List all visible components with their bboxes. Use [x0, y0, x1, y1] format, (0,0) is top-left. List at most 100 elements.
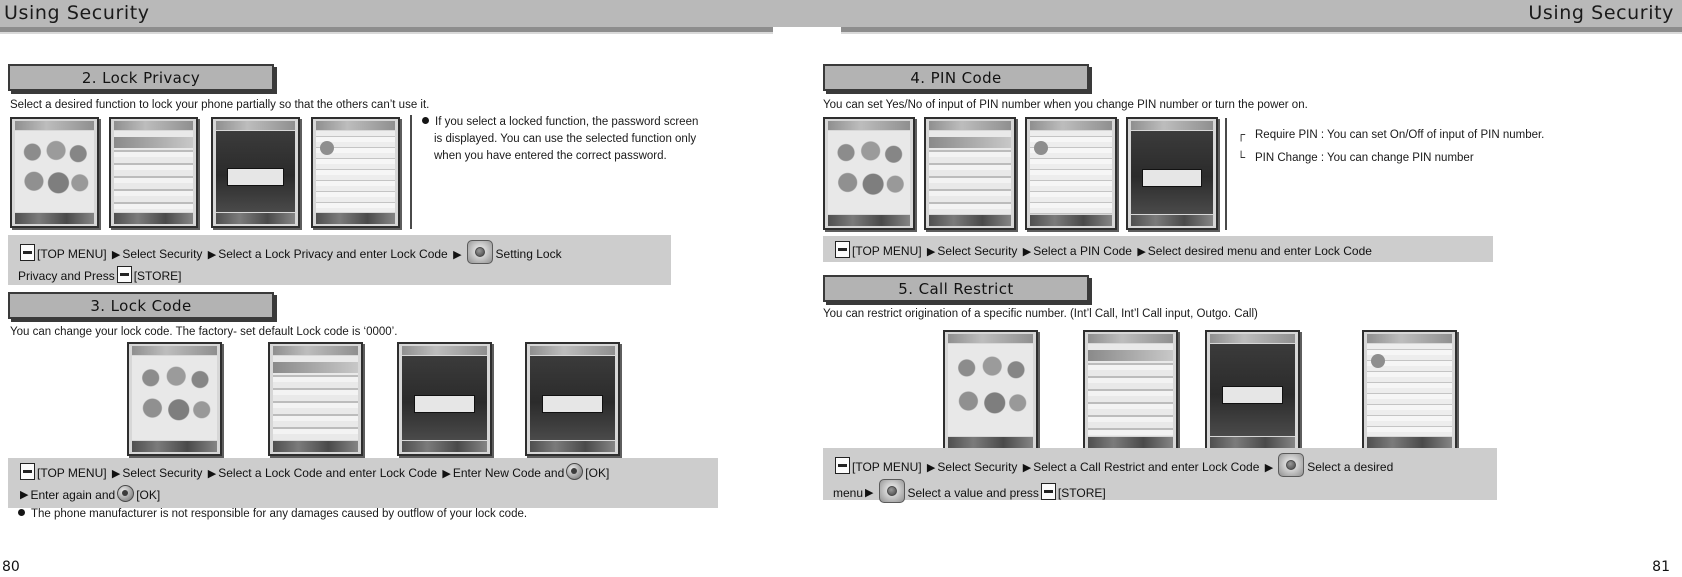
instruction-line-1: [TOP MENU] ▶ Select Security ▶ Select a Lo… — [18, 240, 663, 266]
screenshot-soft-key-bar — [1030, 215, 1112, 226]
section-plate-call-restrict-label: 5. Call Restrict — [898, 279, 1014, 298]
lock-privacy-intro: Select a desired function to lock your p… — [10, 99, 430, 111]
lock-code-instruction-bar: [TOP MENU] ▶ Select Security ▶ Select a Lo… — [8, 458, 718, 508]
arrow-icon: ▶ — [442, 467, 451, 480]
screenshot-title-bar — [114, 121, 193, 130]
section-plate-lock-privacy-label: 2. Lock Privacy — [81, 68, 201, 87]
screenshot-title-bar — [1367, 334, 1452, 343]
left-header-title: Using Security — [4, 2, 150, 24]
screenshot-title-bar — [530, 346, 615, 355]
bracket-item-pin-change: └ PIN Change : You can change PIN number — [1237, 147, 1544, 170]
screenshot-canvas — [1088, 344, 1173, 436]
screenshot-soft-key-bar — [316, 213, 395, 224]
screenshot-title-bar — [402, 346, 487, 355]
screenshot-pin-code-menu — [1025, 117, 1117, 230]
instruction-line-2: ▶ Enter again and [OK] — [18, 484, 710, 507]
navigation-key-icon — [1278, 453, 1305, 477]
lock-privacy-note: If you select a locked function, the pas… — [422, 114, 698, 165]
section-plate-lock-code-label: 3. Lock Code — [90, 296, 192, 315]
screenshot-canvas — [273, 356, 358, 440]
screenshot-title-bar — [1088, 334, 1173, 343]
arrow-icon: ▶ — [926, 245, 936, 258]
lock-code-intro: You can change your lock code. The facto… — [10, 326, 398, 338]
screenshot-soft-key-bar — [1367, 437, 1452, 448]
bracket-item-require-pin: ┌ Require PIN : You can set On/Off of inp… — [1237, 124, 1544, 147]
screenshot-canvas — [1210, 344, 1295, 436]
screenshot-canvas — [929, 131, 1011, 214]
instruction-line-2: menu ▶ Select a value and press [STORE] — [833, 478, 1489, 505]
ok-key-icon — [117, 484, 135, 502]
pin-code-instruction-bar: [TOP MENU] ▶ Select Security ▶ Select a PI… — [823, 236, 1493, 262]
screenshot-soft-key-bar — [273, 441, 358, 452]
screenshot-title-bar — [828, 121, 910, 130]
screenshot-soft-key-bar — [216, 213, 295, 224]
soft-key-icon — [20, 463, 35, 480]
screenshot-lock-privacy-list — [311, 117, 400, 228]
ok-key-icon — [566, 463, 584, 480]
call-restrict-instruction-bar: [TOP MENU] ▶ Select Security ▶ Select a Ca… — [823, 448, 1497, 503]
screenshot-title-bar — [1030, 121, 1112, 130]
pin-code-intro: You can set Yes/No of input of PIN numbe… — [823, 99, 1308, 111]
screenshot-canvas — [114, 131, 193, 212]
note-divider-rule — [410, 115, 412, 229]
screenshot-soft-key-bar — [114, 213, 193, 224]
arrow-icon: ▶ — [20, 489, 29, 501]
footnote-line: The phone manufacturer is not responsibl… — [18, 506, 527, 523]
screenshot-pin-entry — [1126, 117, 1218, 230]
screenshot-title-bar — [1210, 334, 1295, 343]
screenshot-soft-key-bar — [402, 441, 487, 452]
soft-key-icon — [116, 265, 132, 283]
screenshot-canvas — [316, 131, 395, 212]
instruction-line-1: [TOP MENU] ▶ Select Security ▶ Select a Lo… — [18, 463, 710, 485]
screenshot-main-menu — [127, 342, 222, 456]
left-header-rule-thin — [0, 32, 773, 34]
instruction-line-1: [TOP MENU] ▶ Select Security ▶ Select a PI… — [833, 241, 1485, 263]
screenshot-canvas — [948, 344, 1033, 436]
arrow-icon: ▶ — [1022, 461, 1032, 474]
bullet-icon — [422, 117, 429, 124]
screenshot-title-bar — [15, 121, 94, 130]
screenshot-canvas — [1131, 131, 1213, 214]
screenshot-title-bar — [948, 334, 1033, 343]
screenshot-main-menu — [943, 330, 1038, 452]
screenshot-soft-key-bar — [132, 441, 217, 452]
screenshot-reenter-code — [525, 342, 620, 456]
screenshot-title-bar — [273, 346, 358, 355]
screenshot-title-bar — [132, 346, 217, 355]
instruction-line-1: [TOP MENU] ▶ Select Security ▶ Select a Ca… — [833, 453, 1489, 479]
bracket-bottom-icon: └ — [1237, 152, 1246, 164]
screenshot-main-menu — [10, 117, 99, 228]
section-plate-call-restrict: 5. Call Restrict — [823, 275, 1089, 302]
screenshot-canvas — [132, 356, 217, 440]
lock-code-footnote: The phone manufacturer is not responsibl… — [18, 506, 527, 523]
instruction-line-2: Privacy and Press [STORE] — [18, 265, 663, 287]
screenshot-title-bar — [216, 121, 295, 130]
screenshot-main-menu — [823, 117, 915, 230]
screenshot-canvas — [15, 131, 94, 212]
arrow-icon: ▶ — [453, 248, 462, 261]
screenshot-title-bar — [1131, 121, 1213, 130]
soft-key-icon — [835, 241, 850, 258]
soft-key-icon — [20, 244, 35, 261]
page-number-left: 80 — [2, 559, 20, 575]
screenshot-canvas — [530, 356, 615, 440]
right-header-rule-thin — [841, 32, 1682, 34]
page-number-right: 81 — [1652, 559, 1670, 575]
arrow-icon: ▶ — [1022, 245, 1032, 258]
arrow-icon: ▶ — [111, 248, 121, 261]
screenshot-soft-key-bar — [828, 215, 910, 226]
note-line-1: If you select a locked function, the pas… — [422, 114, 698, 131]
section-plate-lock-code: 3. Lock Code — [8, 292, 274, 319]
section-plate-lock-privacy: 2. Lock Privacy — [8, 64, 274, 91]
screenshot-call-restrict-entry — [1205, 330, 1300, 452]
navigation-key-icon — [878, 478, 905, 503]
arrow-icon: ▶ — [111, 467, 121, 480]
arrow-icon: ▶ — [207, 467, 217, 480]
screenshot-soft-key-bar — [15, 213, 94, 224]
screenshot-lock-code-entry — [211, 117, 300, 228]
arrow-icon: ▶ — [865, 487, 874, 499]
right-header-title: Using Security — [1528, 2, 1674, 24]
screenshot-soft-key-bar — [530, 441, 615, 452]
section-plate-pin-code-label: 4. PIN Code — [910, 68, 1002, 87]
screenshot-canvas — [216, 131, 295, 212]
